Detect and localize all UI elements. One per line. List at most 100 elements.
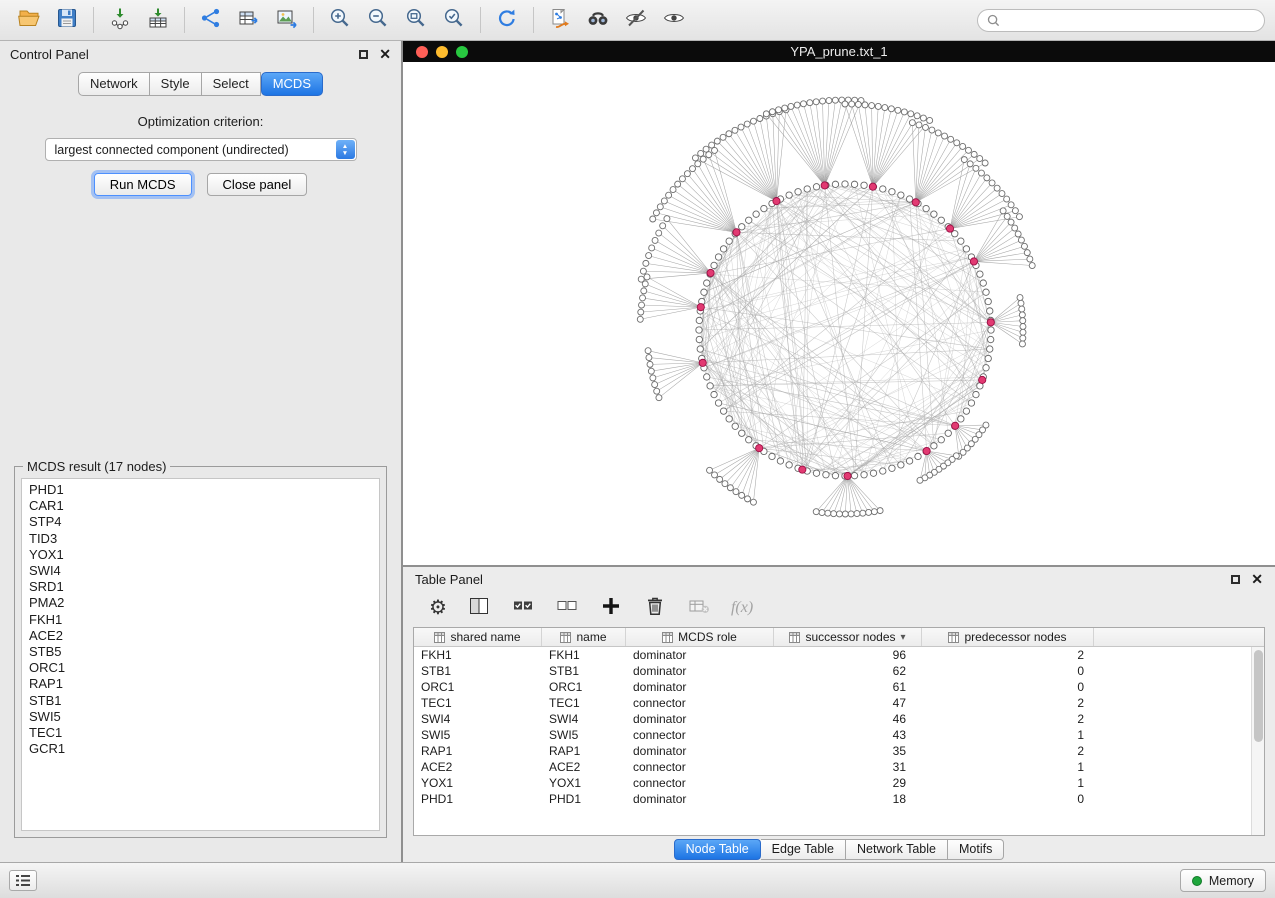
minimize-window-icon[interactable]	[436, 46, 448, 58]
clone-network-button[interactable]	[541, 3, 579, 37]
mcds-result-item[interactable]: RAP1	[29, 676, 379, 692]
table-row[interactable]: TEC1TEC1connector472	[414, 695, 1264, 711]
table-row[interactable]: FKH1FKH1dominator962	[414, 647, 1264, 663]
table-row[interactable]: YOX1YOX1connector291	[414, 775, 1264, 791]
mcds-result-item[interactable]: PHD1	[29, 482, 379, 498]
tab-network-table[interactable]: Network Table	[846, 839, 948, 860]
network-canvas[interactable]	[403, 62, 1275, 565]
column-header-label: name	[576, 630, 606, 644]
tab-edge-table[interactable]: Edge Table	[761, 839, 846, 860]
table-vertical-scrollbar[interactable]	[1251, 647, 1264, 835]
mcds-result-item[interactable]: PMA2	[29, 595, 379, 611]
tab-style[interactable]: Style	[150, 72, 202, 96]
clone-network-icon	[548, 6, 572, 35]
mcds-result-item[interactable]: SWI5	[29, 709, 379, 725]
table-row[interactable]: SWI4SWI4dominator462	[414, 711, 1264, 727]
mcds-result-item[interactable]: STB1	[29, 693, 379, 709]
table-row[interactable]: SWI5SWI5connector431	[414, 727, 1264, 743]
column-header-predecessor-nodes[interactable]: predecessor nodes	[922, 628, 1094, 646]
tab-select[interactable]: Select	[202, 72, 261, 96]
column-header-name[interactable]: name	[542, 628, 626, 646]
columns-button[interactable]	[467, 594, 491, 623]
tab-motifs[interactable]: Motifs	[948, 839, 1004, 860]
mcds-result-item[interactable]: STP4	[29, 514, 379, 530]
mcds-result-item[interactable]: TEC1	[29, 725, 379, 741]
tab-node-table[interactable]: Node Table	[674, 839, 761, 860]
column-header-MCDS-role[interactable]: MCDS role	[626, 628, 774, 646]
select-unchecked-button[interactable]	[555, 594, 579, 623]
table-row[interactable]: ACE2ACE2connector311	[414, 759, 1264, 775]
table-cell: 1	[922, 776, 1094, 790]
table-cell: 46	[774, 712, 922, 726]
select-checked-icon	[511, 594, 535, 623]
mcds-result-item[interactable]: ACE2	[29, 628, 379, 644]
table-cell: 35	[774, 744, 922, 758]
toolbar-icon-groups	[10, 3, 693, 37]
zoom-out-button[interactable]	[359, 3, 397, 37]
close-table-panel-icon[interactable]: ✕	[1251, 572, 1263, 586]
hide-selected-button[interactable]	[617, 3, 655, 37]
table-row[interactable]: RAP1RAP1dominator352	[414, 743, 1264, 759]
search-network-button[interactable]	[579, 3, 617, 37]
close-panel-icon[interactable]: ✕	[379, 47, 391, 61]
close-window-icon[interactable]	[416, 46, 428, 58]
optimization-criterion-value: largest connected component (undirected)	[55, 143, 289, 157]
table-cell: connector	[626, 696, 774, 710]
mcds-result-item[interactable]: GCR1	[29, 741, 379, 757]
mcds-result-item[interactable]: CAR1	[29, 498, 379, 514]
table-row[interactable]: PHD1PHD1dominator180	[414, 791, 1264, 807]
table-row[interactable]: STB1STB1dominator620	[414, 663, 1264, 679]
float-panel-icon[interactable]	[359, 50, 368, 59]
mcds-result-item[interactable]: TID3	[29, 531, 379, 547]
trash-button[interactable]	[643, 594, 667, 623]
close-panel-button[interactable]: Close panel	[207, 173, 308, 196]
zoom-window-icon[interactable]	[456, 46, 468, 58]
scrollbar-thumb[interactable]	[1254, 650, 1263, 742]
table-panel-toolbar: ⚙f(x)	[403, 591, 1275, 627]
right-column: YPA_prune.txt_1 Table Panel ✕ ⚙f(x) sh	[403, 41, 1275, 862]
table-cell: 18	[774, 792, 922, 806]
mcds-result-item[interactable]: FKH1	[29, 612, 379, 628]
optimization-criterion-select[interactable]: largest connected component (undirected)…	[45, 138, 357, 161]
select-checked-button[interactable]	[511, 594, 535, 623]
main-split: Control Panel ✕ NetworkStyleSelectMCDS O…	[0, 41, 1275, 862]
column-grid-icon	[434, 632, 445, 643]
mcds-result-item[interactable]: STB5	[29, 644, 379, 660]
table-cell: SWI4	[414, 712, 542, 726]
table-cell: SWI5	[414, 728, 542, 742]
open-file-button[interactable]	[10, 3, 48, 37]
column-header-label: shared name	[450, 630, 520, 644]
table-row[interactable]: ORC1ORC1dominator610	[414, 679, 1264, 695]
column-header-shared-name[interactable]: shared name	[414, 628, 542, 646]
gear-button[interactable]: ⚙	[429, 598, 447, 618]
panel-toggle-button[interactable]	[9, 870, 37, 891]
refresh-button[interactable]	[488, 3, 526, 37]
tab-network[interactable]: Network	[78, 72, 150, 96]
mcds-result-item[interactable]: SWI4	[29, 563, 379, 579]
mcds-result-item[interactable]: SRD1	[29, 579, 379, 595]
table-cell: 2	[922, 648, 1094, 662]
mcds-result-item[interactable]: YOX1	[29, 547, 379, 563]
import-table-button[interactable]	[139, 3, 177, 37]
zoom-selected-button[interactable]	[435, 3, 473, 37]
search-input[interactable]	[1005, 13, 1255, 27]
show-all-button[interactable]	[655, 3, 693, 37]
table-cell: 61	[774, 680, 922, 694]
network-graph[interactable]	[403, 62, 1275, 565]
export-network-button[interactable]	[192, 3, 230, 37]
export-image-button[interactable]	[268, 3, 306, 37]
save-button[interactable]	[48, 3, 86, 37]
run-mcds-button[interactable]: Run MCDS	[94, 173, 192, 196]
mcds-result-item[interactable]: ORC1	[29, 660, 379, 676]
zoom-fit-button[interactable]	[397, 3, 435, 37]
export-table-button[interactable]	[230, 3, 268, 37]
memory-button[interactable]: Memory	[1180, 869, 1266, 892]
zoom-in-button[interactable]	[321, 3, 359, 37]
table-header-row: shared name name MCDS rolesuccessor nodes▾…	[414, 628, 1264, 647]
add-button[interactable]	[599, 594, 623, 623]
float-table-panel-icon[interactable]	[1231, 575, 1240, 584]
import-network-button[interactable]	[101, 3, 139, 37]
column-header-successor-nodes[interactable]: successor nodes▾	[774, 628, 922, 646]
tab-mcds[interactable]: MCDS	[261, 72, 323, 96]
refresh-icon	[495, 6, 519, 35]
